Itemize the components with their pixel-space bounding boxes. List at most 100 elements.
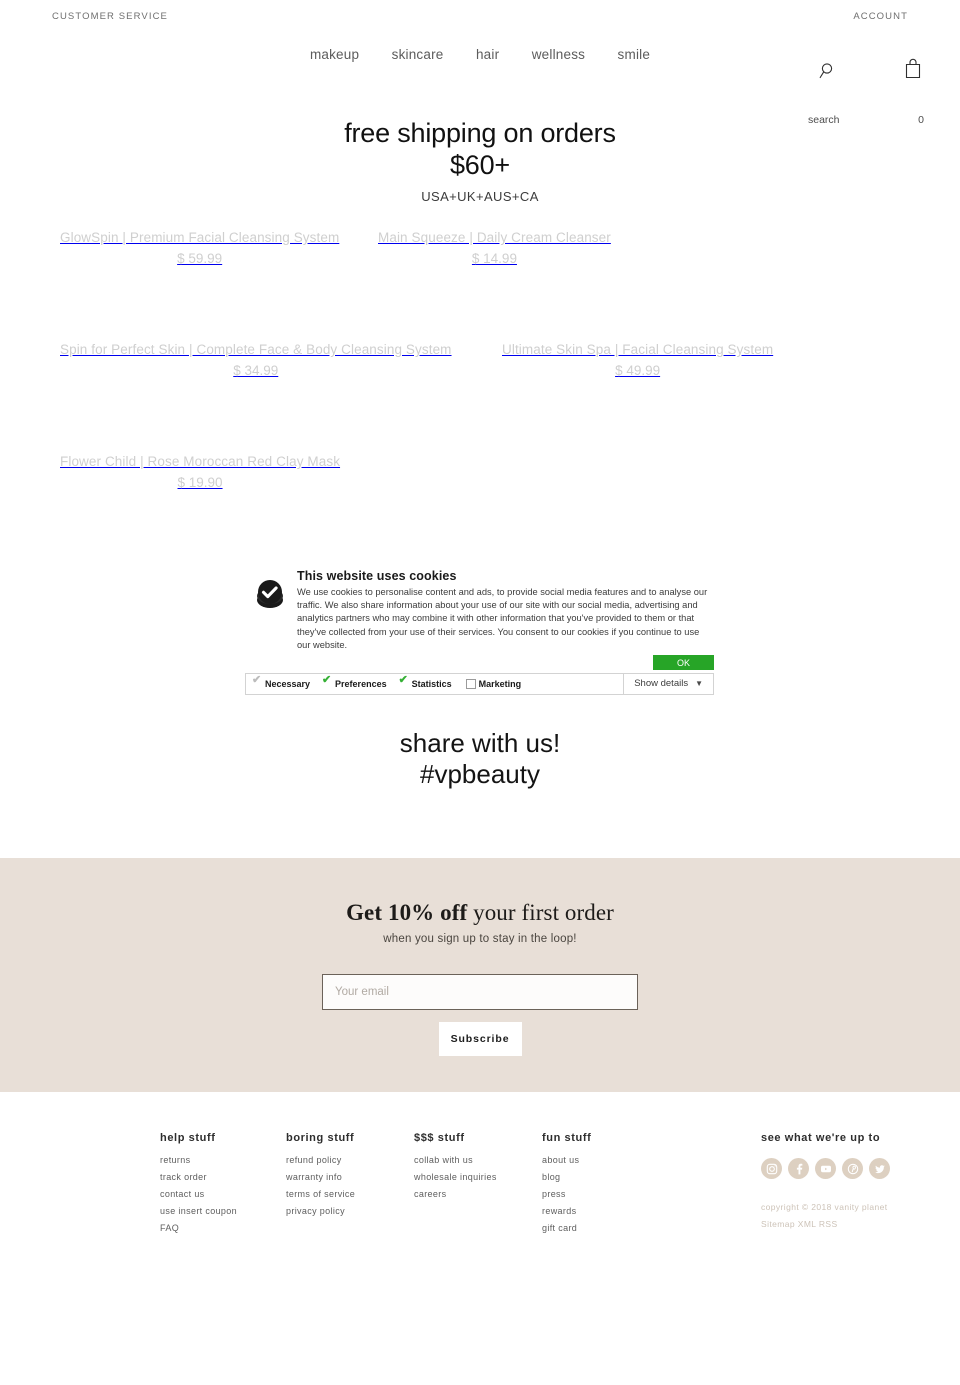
cookie-category-preferences[interactable]: Preferences bbox=[322, 675, 387, 689]
footer-social-heading: see what we're up to bbox=[761, 1132, 881, 1144]
twitter-icon bbox=[874, 1164, 885, 1173]
pinterest-link[interactable] bbox=[842, 1158, 863, 1179]
footer-link[interactable]: refund policy bbox=[286, 1152, 355, 1169]
youtube-icon bbox=[820, 1165, 831, 1172]
footer-link[interactable]: about us bbox=[542, 1152, 591, 1169]
footer-link[interactable]: warranty info bbox=[286, 1169, 355, 1186]
cookie-category-label: Marketing bbox=[478, 678, 522, 689]
footer-column-money-stuff: $$$ stuff collab with us wholesale inqui… bbox=[414, 1132, 497, 1203]
product-title: Main Squeeze | Daily Cream Cleanser bbox=[378, 230, 611, 245]
footer-link[interactable]: gift card bbox=[542, 1220, 591, 1237]
share-title: share with us! #vpbeauty bbox=[0, 728, 960, 790]
instagram-icon bbox=[766, 1163, 777, 1174]
newsletter-subtitle: when you sign up to stay in the loop! bbox=[383, 933, 577, 945]
footer-link[interactable]: returns bbox=[160, 1152, 237, 1169]
footer-link[interactable]: use insert coupon bbox=[160, 1203, 237, 1220]
newsletter-heading: Get 10% off your first order bbox=[0, 858, 960, 926]
product-card[interactable]: Flower Child | Rose Moroccan Red Clay Ma… bbox=[60, 453, 340, 490]
promo-subtitle: USA+UK+AUS+CA bbox=[421, 189, 539, 205]
footer-link[interactable]: collab with us bbox=[414, 1152, 497, 1169]
account-link[interactable]: ACCOUNT bbox=[853, 11, 908, 22]
newsletter-signup: Get 10% off your first order when you si… bbox=[0, 858, 960, 1092]
newsletter-email-input[interactable] bbox=[322, 974, 638, 1010]
footer-column-heading: boring stuff bbox=[286, 1132, 355, 1144]
checkbox-unchecked-icon[interactable] bbox=[465, 678, 476, 689]
cookie-consent-banner: This website uses cookies We use cookies… bbox=[245, 561, 714, 695]
product-grid: GlowSpin | Premium Facial Cleansing Syst… bbox=[0, 214, 960, 550]
social-share-block: share with us! #vpbeauty bbox=[0, 728, 960, 790]
product-title: GlowSpin | Premium Facial Cleansing Syst… bbox=[60, 230, 340, 245]
footer-legal: copyright © 2018 vanity planet Sitemap X… bbox=[761, 1199, 890, 1233]
show-details-label: Show details bbox=[634, 678, 689, 690]
product-card[interactable]: Ultimate Skin Spa | Facial Cleansing Sys… bbox=[502, 341, 773, 378]
newsletter-heading-strong: Get 10% off bbox=[346, 900, 468, 925]
share-hashtag: #vpbeauty bbox=[420, 759, 540, 790]
product-price: $ 59.99 bbox=[177, 250, 223, 266]
footer-link[interactable]: careers bbox=[414, 1186, 497, 1203]
pinterest-icon bbox=[847, 1163, 858, 1174]
promo-title-line1: free shipping on orders bbox=[344, 118, 616, 148]
promo-title-line2: $60+ bbox=[449, 149, 511, 180]
footer-link[interactable]: contact us bbox=[160, 1186, 237, 1203]
footer-link[interactable]: press bbox=[542, 1186, 591, 1203]
footer-column-heading: fun stuff bbox=[542, 1132, 592, 1144]
nav-item-wellness[interactable]: wellness bbox=[532, 48, 585, 62]
cookie-consent-text: This website uses cookies We use cookies… bbox=[297, 569, 709, 652]
checkbox-checked-icon[interactable] bbox=[252, 675, 262, 688]
footer-link[interactable]: rewards bbox=[542, 1203, 591, 1220]
nav-item-smile[interactable]: smile bbox=[618, 48, 651, 62]
product-card[interactable]: GlowSpin | Premium Facial Cleansing Syst… bbox=[60, 229, 339, 266]
nav-item-skincare[interactable]: skincare bbox=[392, 48, 444, 62]
footer-link[interactable]: terms of service bbox=[286, 1186, 355, 1203]
sitemap-links[interactable]: Sitemap XML RSS bbox=[761, 1219, 838, 1229]
checkbox-checked-icon[interactable] bbox=[399, 675, 409, 688]
footer-link[interactable]: wholesale inquiries bbox=[414, 1169, 497, 1186]
cookie-consent-body: We use cookies to personalise content an… bbox=[297, 587, 708, 650]
newsletter-heading-rest: your first order bbox=[467, 900, 614, 925]
product-card[interactable]: Main Squeeze | Daily Cream Cleanser $ 14… bbox=[378, 229, 611, 266]
cookie-category-list: Necessary Preferences Statistics Marketi… bbox=[246, 674, 623, 694]
facebook-link[interactable] bbox=[788, 1158, 809, 1179]
footer-social-column: see what we're up to copyright © 2018 va… bbox=[761, 1132, 890, 1233]
cart-button[interactable] bbox=[898, 56, 928, 83]
footer-column-fun-stuff: fun stuff about us blog press rewards gi… bbox=[542, 1132, 591, 1237]
newsletter-subscribe-button[interactable]: Subscribe bbox=[438, 1022, 522, 1056]
product-title: Ultimate Skin Spa | Facial Cleansing Sys… bbox=[502, 342, 774, 357]
nav-item-makeup[interactable]: makeup bbox=[310, 48, 359, 62]
checkbox-checked-icon[interactable] bbox=[322, 675, 332, 688]
youtube-link[interactable] bbox=[815, 1158, 836, 1179]
cookie-consent-check-icon bbox=[253, 577, 287, 611]
twitter-link[interactable] bbox=[869, 1158, 890, 1179]
customer-service-link[interactable]: CUSTOMER SERVICE bbox=[52, 11, 168, 22]
footer-link[interactable]: FAQ bbox=[160, 1220, 237, 1237]
show-details-toggle[interactable]: Show details ▼ bbox=[623, 673, 713, 694]
cookie-consent-actions: OK bbox=[245, 654, 714, 671]
product-row: Flower Child | Rose Moroccan Red Clay Ma… bbox=[0, 438, 960, 550]
instagram-link[interactable] bbox=[761, 1158, 782, 1179]
cookie-category-statistics[interactable]: Statistics bbox=[399, 675, 452, 689]
chevron-down-icon: ▼ bbox=[695, 679, 703, 689]
shopping-bag-icon bbox=[905, 58, 921, 79]
cookie-category-label: Statistics bbox=[411, 678, 452, 689]
promo-title: free shipping on orders $60+ bbox=[0, 118, 960, 181]
nav-item-hair[interactable]: hair bbox=[476, 48, 499, 62]
search-button[interactable] bbox=[814, 60, 844, 85]
footer-link[interactable]: blog bbox=[542, 1169, 591, 1186]
footer-link[interactable]: privacy policy bbox=[286, 1203, 355, 1220]
product-card[interactable]: Spin for Perfect Skin | Complete Face & … bbox=[60, 341, 452, 378]
cookie-category-label: Preferences bbox=[335, 678, 387, 689]
product-price: $ 14.99 bbox=[471, 250, 517, 266]
cookie-category-marketing[interactable]: Marketing bbox=[465, 678, 522, 689]
utility-bar: CUSTOMER SERVICE ACCOUNT bbox=[0, 0, 960, 32]
cookie-category-necessary[interactable]: Necessary bbox=[252, 675, 310, 689]
footer-column-help-stuff: help stuff returns track order contact u… bbox=[160, 1132, 237, 1237]
cookie-consent-content: This website uses cookies We use cookies… bbox=[245, 561, 714, 652]
search-icon bbox=[819, 63, 833, 79]
cookie-ok-button[interactable]: OK bbox=[653, 654, 714, 670]
product-row: Spin for Perfect Skin | Complete Face & … bbox=[0, 326, 960, 438]
site-footer: help stuff returns track order contact u… bbox=[0, 1092, 960, 1385]
product-row: GlowSpin | Premium Facial Cleansing Syst… bbox=[0, 214, 960, 326]
footer-column-boring-stuff: boring stuff refund policy warranty info… bbox=[286, 1132, 355, 1220]
product-price: $ 49.99 bbox=[615, 362, 661, 378]
footer-link[interactable]: track order bbox=[160, 1169, 237, 1186]
